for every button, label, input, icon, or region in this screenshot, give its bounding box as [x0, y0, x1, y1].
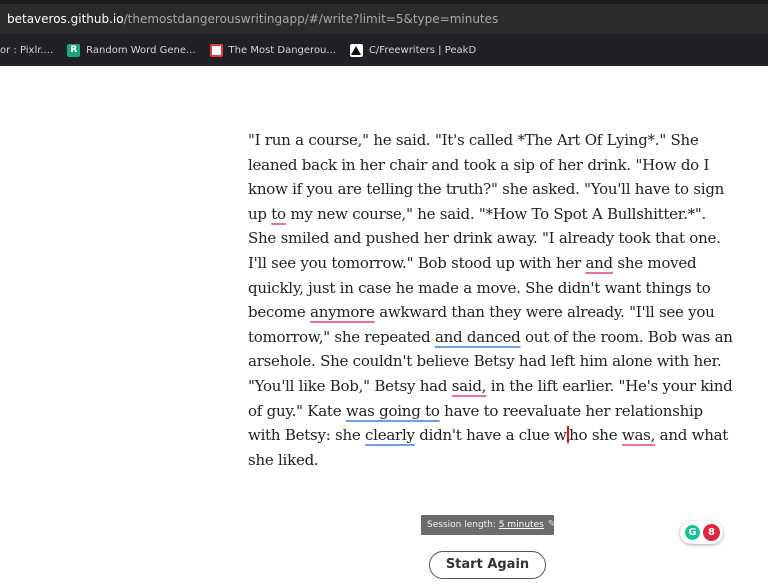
bookmarks-bar: or : Pixlr.... R Random Word Gene... The…: [0, 34, 768, 66]
writing-editor[interactable]: "I run a course," he said. "It's called …: [248, 128, 734, 472]
spelling-flag[interactable]: and: [585, 254, 613, 272]
pencil-icon[interactable]: ✎: [548, 515, 556, 535]
grammarly-logo-icon: G: [685, 525, 700, 540]
bookmark-freewriters[interactable]: C/Freewriters | PeakD: [349, 43, 477, 57]
bookmark-most-dangerous[interactable]: The Most Dangerou...: [209, 43, 336, 57]
bookmark-label: or : Pixlr....: [0, 44, 54, 56]
grammarly-widget[interactable]: G 8: [680, 521, 723, 544]
editor-text: didn't have a clue w: [414, 426, 567, 445]
grammar-flag[interactable]: clearly: [365, 426, 415, 444]
bookmark-pixlr[interactable]: or : Pixlr....: [0, 45, 53, 56]
address-bar[interactable]: betaveros.github.io/themostdangerouswrit…: [0, 4, 768, 34]
session-length-label: Session length:: [427, 520, 496, 530]
red-square-icon: [209, 43, 223, 57]
issue-count-badge: 8: [703, 524, 720, 541]
peakd-logo-icon: [349, 43, 363, 57]
bookmark-label: Random Word Gene...: [86, 44, 196, 56]
grammar-flag[interactable]: was going to: [346, 402, 440, 420]
bookmark-random-word[interactable]: R Random Word Gene...: [67, 43, 196, 57]
spelling-flag[interactable]: said,: [452, 377, 487, 395]
spelling-flag[interactable]: to: [271, 205, 286, 223]
url-host: betaveros.github.io: [7, 12, 124, 26]
session-length-value[interactable]: 5 minutes: [499, 520, 544, 530]
session-length-badge: Session length: 5 minutes ✎: [421, 515, 556, 535]
random-word-logo-icon: R: [67, 43, 81, 57]
bookmark-label: C/Freewriters | PeakD: [368, 44, 477, 56]
bookmark-label: The Most Dangerou...: [228, 44, 336, 56]
start-again-button[interactable]: Start Again: [429, 551, 546, 579]
url-path: /themostdangerouswritingapp/#/write?limi…: [123, 12, 499, 26]
editor-text: ho she: [569, 426, 622, 445]
spelling-flag[interactable]: was,: [622, 426, 656, 444]
spelling-flag[interactable]: anymore: [310, 303, 375, 321]
grammar-flag[interactable]: and danced: [435, 328, 521, 346]
